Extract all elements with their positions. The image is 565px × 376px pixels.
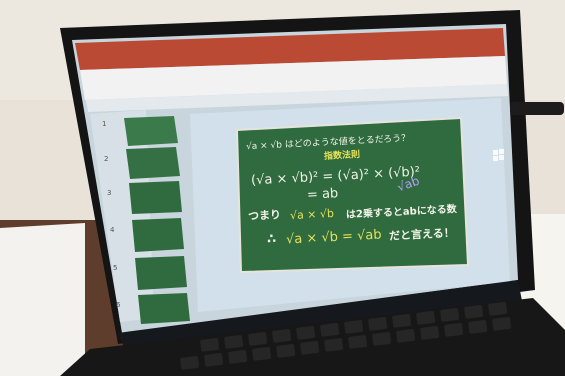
slide-conclusion-prefix-1: つまり xyxy=(247,208,282,223)
scene xyxy=(0,0,565,376)
slide-conclusion-suffix-2: だと言える！ xyxy=(388,226,455,243)
slide-label: 指数法則 xyxy=(323,150,361,162)
thumb-number-2: 2 xyxy=(104,155,109,163)
thumb-number-5: 5 xyxy=(113,264,118,272)
slide-conclusion-math-1: √a × √b xyxy=(289,206,335,223)
slide-conclusion-prefix-2: ∴ xyxy=(266,231,277,248)
thumb-5 xyxy=(135,256,187,290)
thumb-3 xyxy=(129,181,182,214)
thumb-number-3: 3 xyxy=(107,189,112,197)
thumb-number-4: 4 xyxy=(110,226,115,234)
paper-left xyxy=(0,223,85,376)
thumb-number-1: 1 xyxy=(102,120,107,128)
thumb-4 xyxy=(132,218,184,252)
thumb-2 xyxy=(126,147,180,179)
stylus-icon xyxy=(510,102,564,115)
photo: √a × √b はどのような値をとるだろう？ 指数法則 (√a × √b)² =… xyxy=(0,0,565,376)
slide-equation-line2: = ab xyxy=(306,186,339,203)
thumb-6 xyxy=(138,293,190,324)
thumb-number-6: 6 xyxy=(116,301,121,309)
thumb-1 xyxy=(124,116,178,146)
